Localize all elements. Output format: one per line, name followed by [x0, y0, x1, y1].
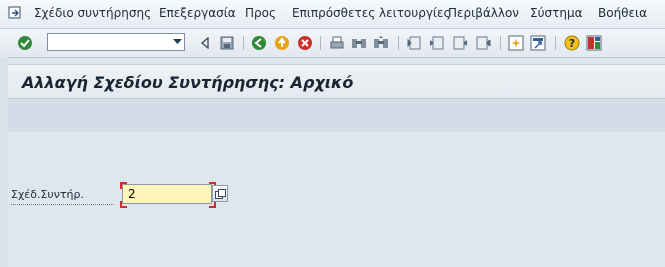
last-page-icon[interactable]: [474, 34, 492, 52]
toolbar-separator: [500, 36, 501, 50]
menu-item-system[interactable]: Σύστημα: [530, 6, 583, 20]
find-icon[interactable]: [350, 34, 368, 52]
back-icon[interactable]: [250, 34, 268, 52]
value-help-icon: [214, 188, 226, 199]
menu-item-goto[interactable]: Προς: [245, 6, 276, 20]
menu-item-edit[interactable]: Επεξεργασία: [159, 6, 236, 20]
save-icon[interactable]: [218, 34, 236, 52]
first-page-icon[interactable]: [405, 34, 423, 52]
session-menu-icon[interactable]: [8, 6, 22, 20]
label-underline: [11, 203, 114, 205]
required-marker: [120, 201, 127, 208]
maintenance-plan-input[interactable]: [122, 184, 212, 204]
help-icon[interactable]: ?: [563, 34, 581, 52]
print-icon[interactable]: [328, 34, 346, 52]
next-page-icon[interactable]: [451, 34, 469, 52]
collapse-left-icon[interactable]: [196, 34, 214, 52]
toolbar-separator: [555, 36, 556, 50]
menu-item-extras[interactable]: Επιπρόσθετες λειτουργίες: [292, 6, 451, 20]
toolbar-separator: [320, 36, 321, 50]
application-toolbar: [8, 98, 665, 133]
chevron-down-icon[interactable]: [170, 34, 184, 50]
previous-page-icon[interactable]: [428, 34, 446, 52]
command-field[interactable]: [47, 33, 185, 51]
value-help-button[interactable]: [212, 185, 228, 202]
content-area: [8, 132, 665, 267]
enter-check-icon[interactable]: [16, 34, 34, 52]
svg-text:?: ?: [569, 37, 575, 50]
exit-icon[interactable]: [273, 34, 291, 52]
title-bar: Αλλαγή Σχεδίου Συντήρησης: Αρχικό: [8, 64, 665, 99]
menu-item-maintenance-plan[interactable]: Σχέδιο συντήρησης: [34, 6, 151, 20]
customize-layout-icon[interactable]: [585, 34, 603, 52]
toolbar-separator: [398, 36, 399, 50]
find-next-icon[interactable]: [372, 34, 390, 52]
menu-bar: Σχέδιο συντήρησης Επεξεργασία Προς Επιπρ…: [0, 0, 665, 29]
required-marker: [120, 182, 127, 189]
page-title: Αλλαγή Σχεδίου Συντήρησης: Αρχικό: [22, 73, 354, 92]
required-marker: [209, 201, 216, 208]
left-frame: [0, 57, 8, 267]
standard-toolbar: ?: [0, 29, 665, 58]
maintenance-plan-label: Σχέδ.Συντήρ.: [11, 188, 85, 201]
cancel-icon[interactable]: [296, 34, 314, 52]
menu-item-environment[interactable]: Περιβάλλον: [448, 6, 519, 20]
menu-item-help[interactable]: Βοήθεια: [598, 6, 647, 20]
toolbar-separator: [243, 36, 244, 50]
new-session-icon[interactable]: [507, 34, 525, 52]
shortcut-icon[interactable]: [529, 34, 547, 52]
